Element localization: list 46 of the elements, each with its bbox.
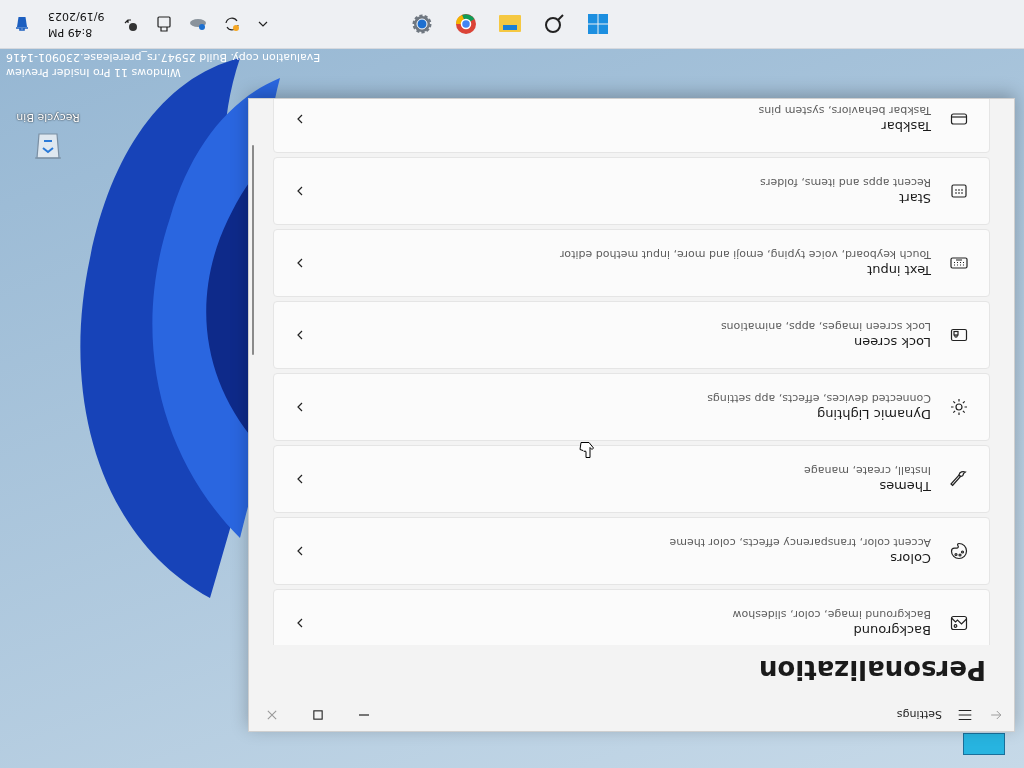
item-description: Lock screen images, apps, animations (719, 320, 931, 333)
time-text: 8:49 PM (48, 25, 93, 40)
item-description: Background image, color, slideshow (731, 608, 931, 621)
close-icon (266, 709, 278, 721)
item-description: Touch keyboard, voice typing, emoji and more, input method editor (558, 248, 931, 261)
settings-item[interactable]: Background Background image, color, slideshow (273, 589, 990, 645)
settings-item[interactable]: Colors Accent color, transparency effects, color theme (273, 517, 990, 585)
brush-icon (949, 469, 969, 489)
page-title: Personalization (757, 655, 986, 685)
item-title: Start (898, 191, 931, 206)
item-title: Lock screen (853, 335, 931, 350)
settings-item[interactable]: Text input Touch keyboard, voice typing, emoji and more, input method editor (273, 229, 990, 297)
item-description: Taskbar behaviors, system pins (757, 104, 931, 117)
item-title: Background (852, 623, 931, 638)
item-title: Dynamic Lighting (816, 407, 931, 422)
search-icon (542, 12, 566, 36)
settings-item[interactable]: Lock screen Lock screen images, apps, animations (273, 301, 990, 369)
sun-icon (949, 397, 969, 417)
settings-item[interactable]: Taskbar Taskbar behaviors, system pins (273, 99, 990, 153)
picture-icon (949, 613, 969, 633)
item-title: Text input (866, 263, 931, 278)
item-description: Install, create, manage (803, 464, 931, 477)
palette-icon (949, 541, 969, 561)
item-description: Accent color, transparency effects, color theme (668, 536, 931, 549)
desktop-icon[interactable] (963, 733, 1005, 755)
window-title: Settings (896, 708, 942, 722)
settings-item[interactable]: Start Recent apps and items, folders (273, 157, 990, 225)
date-text: 9/19/2023 (48, 9, 105, 24)
item-title: Colors (889, 551, 931, 566)
windows-logo-icon (586, 12, 610, 36)
watermark-text: Windows 11 Pro Insider Preview (6, 65, 181, 80)
watermark-text: Evaluation copy. Build 25947.rs_prerelease.230901-1416 (6, 50, 321, 65)
hand-cursor-icon (578, 440, 596, 460)
item-title: Taskbar (880, 119, 931, 134)
settings-item[interactable]: Dynamic Lighting Connected devices, effects, app settings (273, 373, 990, 441)
scrollbar[interactable] (252, 145, 254, 355)
item-description: Connected devices, effects, app settings (706, 392, 931, 405)
item-title: Themes (878, 479, 931, 494)
settings-icon (410, 12, 434, 36)
clock[interactable]: 8:49 PM 9/19/2023 (42, 8, 111, 40)
browser-logo-icon (454, 12, 478, 36)
start-menu-icon (949, 181, 969, 201)
item-description: Recent apps and items, folders (759, 176, 931, 189)
minimize-icon (359, 714, 369, 716)
maximize-icon (312, 709, 324, 721)
settings-item[interactable]: Themes Install, create, manage (273, 445, 990, 513)
